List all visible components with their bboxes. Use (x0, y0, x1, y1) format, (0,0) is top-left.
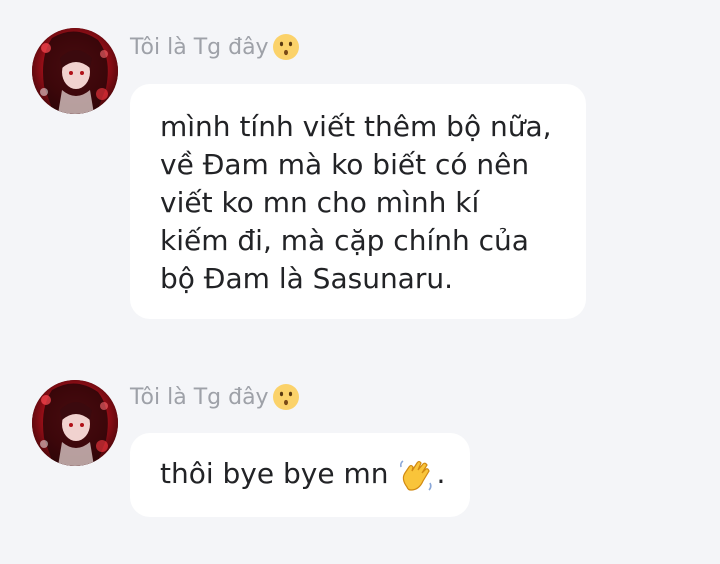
avatar[interactable] (32, 380, 118, 466)
sender-name-text: Tôi là Tg đây (130, 384, 269, 410)
sender-name-text: Tôi là Tg đây (130, 34, 269, 60)
message-line: viết ko mn cho mình kí (160, 186, 480, 219)
kissing-face-emoji-icon (271, 32, 301, 62)
kissing-face-emoji-icon (271, 382, 301, 412)
chat-thread: Tôi là Tg đây mình tính viết thêm bộ nữa… (0, 0, 720, 564)
message-bubble[interactable]: thôi bye bye mn . (130, 433, 470, 517)
message-line: kiếm đi, mà cặp chính của (160, 224, 529, 257)
avatar[interactable] (32, 28, 118, 114)
message-line: mình tính viết thêm bộ nữa, (160, 110, 552, 143)
sender-name[interactable]: Tôi là Tg đây (130, 380, 301, 414)
message-line: về Đam mà ko biết có nên (160, 148, 530, 181)
message-line: bộ Đam là Sasunaru. (160, 262, 454, 295)
waving-hand-emoji-icon (397, 457, 435, 495)
message-trailing-text: . (436, 457, 446, 490)
sender-name[interactable]: Tôi là Tg đây (130, 30, 301, 64)
message-bubble[interactable]: mình tính viết thêm bộ nữa, về Đam mà ko… (130, 84, 586, 319)
message-text: thôi bye bye mn (160, 457, 389, 490)
